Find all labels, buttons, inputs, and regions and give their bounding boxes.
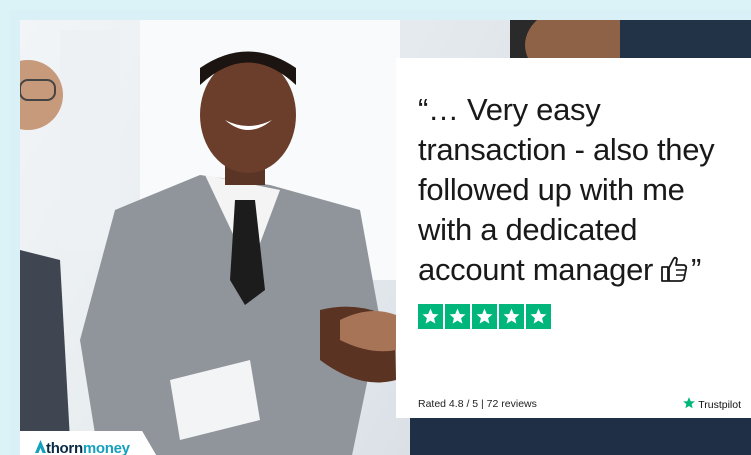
review-card: “… Very easy transaction - also they fol… — [396, 58, 751, 418]
logo-mark-icon — [35, 439, 46, 455]
trustpilot-logo[interactable]: Trustpilot — [682, 396, 741, 413]
trustpilot-label: Trustpilot — [698, 398, 741, 411]
trustpilot-star-icon — [682, 396, 696, 413]
star-icon — [526, 304, 551, 329]
star-rating — [418, 304, 551, 329]
closing-quote: ” — [691, 252, 702, 287]
star-icon — [418, 304, 443, 329]
brand-name-money: money — [82, 439, 130, 455]
star-icon — [472, 304, 497, 329]
ad-frame: “… Very easy transaction - also they fol… — [0, 0, 751, 455]
rating-summary: Rated 4.8 / 5 | 72 reviews — [418, 398, 537, 410]
thumbs-up-icon — [659, 254, 689, 294]
star-icon — [499, 304, 524, 329]
brand-logo[interactable]: thorn money — [20, 431, 162, 455]
review-quote: “… Very easy transaction - also they fol… — [418, 90, 741, 294]
star-icon — [445, 304, 470, 329]
brand-name-thorn: thorn — [46, 439, 83, 455]
